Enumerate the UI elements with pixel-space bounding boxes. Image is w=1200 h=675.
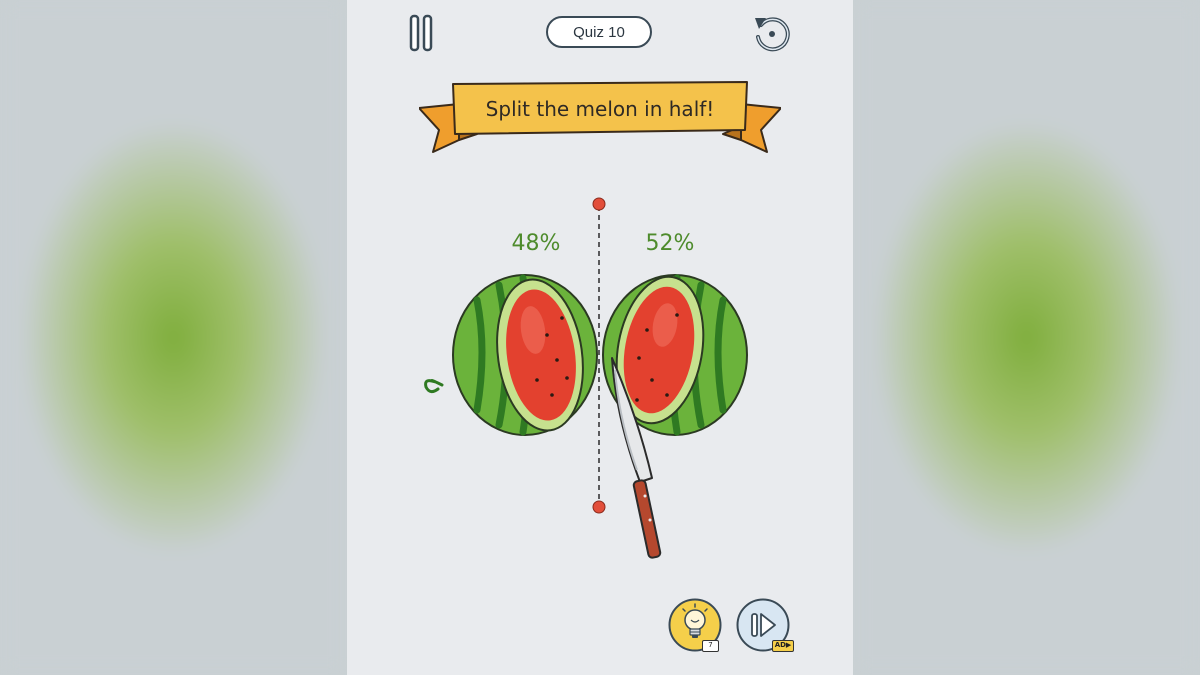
game-screen: Quiz 10 Split the melon in half! 48% 52% — [347, 0, 853, 675]
puzzle-scene — [424, 197, 748, 559]
melon-tendril — [424, 379, 444, 394]
ad-badge: AD▶ — [772, 640, 794, 652]
cut-end-marker[interactable] — [592, 500, 606, 514]
melon-left-half — [424, 274, 598, 436]
background-blur-left — [0, 0, 347, 675]
cut-start-marker[interactable] — [592, 197, 606, 211]
hint-count-badge: 7 — [702, 640, 719, 652]
background-blur-right — [853, 0, 1200, 675]
